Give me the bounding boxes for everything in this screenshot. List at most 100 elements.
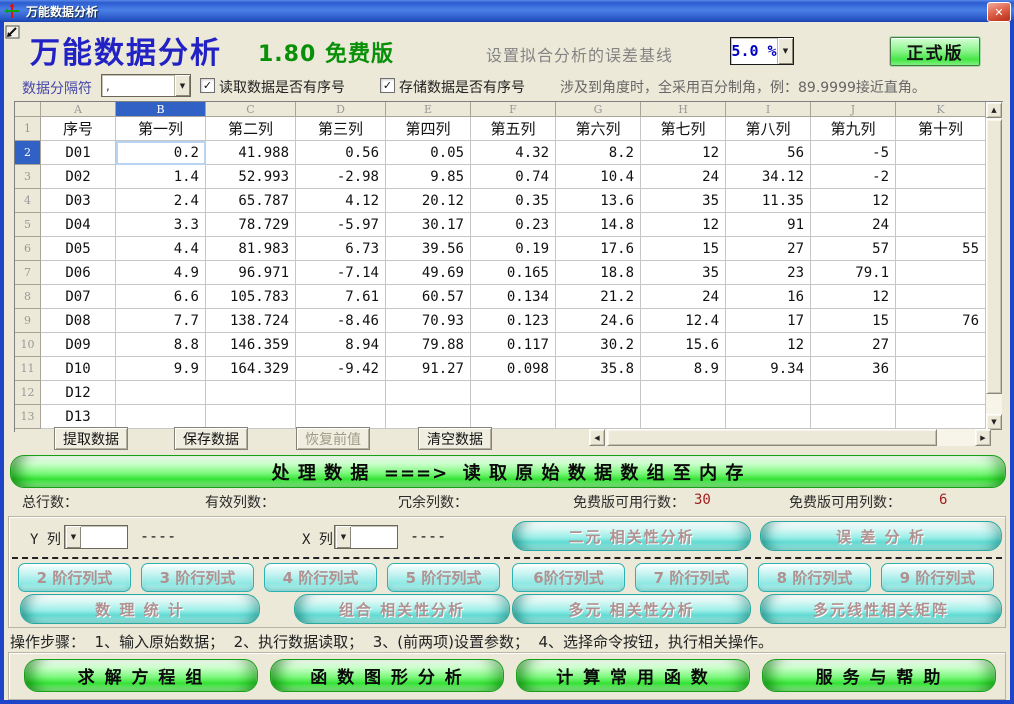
multi-linear-matrix-button[interactable]: 多元线性相关矩阵: [760, 594, 1002, 624]
cell-H6[interactable]: 15: [641, 237, 726, 261]
binary-correlation-button[interactable]: 二元 相关性分析: [512, 521, 751, 551]
cell-D13[interactable]: [296, 405, 386, 429]
store-seq-label[interactable]: 存储数据是否有序号: [399, 77, 525, 97]
scroll-down-icon[interactable]: ▼: [986, 414, 1002, 430]
cell-H1[interactable]: 第七列: [641, 117, 726, 141]
col-header-I[interactable]: I: [726, 102, 811, 117]
cell-F1[interactable]: 第五列: [471, 117, 556, 141]
cell-K5[interactable]: [896, 213, 986, 237]
cell-H5[interactable]: 12: [641, 213, 726, 237]
row-header-11[interactable]: 11: [15, 357, 41, 381]
cell-D6[interactable]: 6.73: [296, 237, 386, 261]
cell-J4[interactable]: 12: [811, 189, 896, 213]
cell-D10[interactable]: 8.94: [296, 333, 386, 357]
cell-E12[interactable]: [386, 381, 471, 405]
cell-J6[interactable]: 57: [811, 237, 896, 261]
cell-G8[interactable]: 21.2: [556, 285, 641, 309]
cell-E1[interactable]: 第四列: [386, 117, 471, 141]
cell-H4[interactable]: 35: [641, 189, 726, 213]
cell-I10[interactable]: 12: [726, 333, 811, 357]
cell-H11[interactable]: 8.9: [641, 357, 726, 381]
col-header-C[interactable]: C: [206, 102, 296, 117]
cell-E9[interactable]: 70.93: [386, 309, 471, 333]
read-seq-checkbox[interactable]: ✓: [200, 78, 215, 93]
grid-corner[interactable]: [15, 102, 41, 117]
common-functions-button[interactable]: 计 算 常 用 函 数: [516, 659, 750, 692]
process-data-button[interactable]: 处 理 数 据 ===> 读 取 原 始 数 据 数 组 至 内 存: [10, 455, 1006, 488]
cell-F3[interactable]: 0.74: [471, 165, 556, 189]
cell-D2[interactable]: 0.56: [296, 141, 386, 165]
cell-B12[interactable]: [116, 381, 206, 405]
x-column-select[interactable]: ▼: [334, 525, 398, 549]
cell-A12[interactable]: D12: [41, 381, 116, 405]
cell-F11[interactable]: 0.098: [471, 357, 556, 381]
save-data-button[interactable]: 保存数据: [174, 427, 248, 450]
error-baseline-select[interactable]: 5.0 % ▼: [730, 37, 794, 65]
math-statistics-button[interactable]: 数 理 统 计: [20, 594, 260, 624]
cell-D5[interactable]: -5.97: [296, 213, 386, 237]
cell-G4[interactable]: 13.6: [556, 189, 641, 213]
cell-J9[interactable]: 15: [811, 309, 896, 333]
chevron-down-icon[interactable]: ▼: [335, 526, 351, 548]
cell-G9[interactable]: 24.6: [556, 309, 641, 333]
cell-G7[interactable]: 18.8: [556, 261, 641, 285]
cell-A1[interactable]: 序号: [41, 117, 116, 141]
row-header-7[interactable]: 7: [15, 261, 41, 285]
row-header-5[interactable]: 5: [15, 213, 41, 237]
cell-J12[interactable]: [811, 381, 896, 405]
cell-B6[interactable]: 4.4: [116, 237, 206, 261]
row-header-13[interactable]: 13: [15, 405, 41, 429]
cell-K11[interactable]: [896, 357, 986, 381]
chevron-down-icon[interactable]: ▼: [65, 526, 81, 548]
cell-A8[interactable]: D07: [41, 285, 116, 309]
cell-C5[interactable]: 78.729: [206, 213, 296, 237]
cell-E11[interactable]: 91.27: [386, 357, 471, 381]
clear-data-button[interactable]: 清空数据: [418, 427, 492, 450]
col-header-E[interactable]: E: [386, 102, 471, 117]
cell-A11[interactable]: D10: [41, 357, 116, 381]
col-header-B[interactable]: B: [116, 102, 206, 117]
col-header-F[interactable]: F: [471, 102, 556, 117]
cell-E13[interactable]: [386, 405, 471, 429]
cell-C12[interactable]: [206, 381, 296, 405]
row-header-8[interactable]: 8: [15, 285, 41, 309]
cell-B5[interactable]: 3.3: [116, 213, 206, 237]
store-seq-checkbox[interactable]: ✓: [380, 78, 395, 93]
cell-I5[interactable]: 91: [726, 213, 811, 237]
cell-B11[interactable]: 9.9: [116, 357, 206, 381]
cell-E5[interactable]: 30.17: [386, 213, 471, 237]
cell-B8[interactable]: 6.6: [116, 285, 206, 309]
cell-B10[interactable]: 8.8: [116, 333, 206, 357]
cell-K1[interactable]: 第十列: [896, 117, 986, 141]
cell-F9[interactable]: 0.123: [471, 309, 556, 333]
cell-G11[interactable]: 35.8: [556, 357, 641, 381]
col-header-H[interactable]: H: [641, 102, 726, 117]
cell-C2[interactable]: 41.988: [206, 141, 296, 165]
cell-G6[interactable]: 17.6: [556, 237, 641, 261]
separator-select[interactable]: , ▼: [101, 74, 191, 97]
cell-J2[interactable]: -5: [811, 141, 896, 165]
row-header-3[interactable]: 3: [15, 165, 41, 189]
cell-K3[interactable]: [896, 165, 986, 189]
cell-H10[interactable]: 15.6: [641, 333, 726, 357]
solve-equations-button[interactable]: 求 解 方 程 组: [24, 659, 258, 692]
cell-F7[interactable]: 0.165: [471, 261, 556, 285]
cell-G1[interactable]: 第六列: [556, 117, 641, 141]
cell-K6[interactable]: 55: [896, 237, 986, 261]
vertical-scrollbar[interactable]: ▲ ▼: [986, 102, 1002, 430]
cell-A7[interactable]: D06: [41, 261, 116, 285]
cell-F5[interactable]: 0.23: [471, 213, 556, 237]
cell-K4[interactable]: [896, 189, 986, 213]
cell-H8[interactable]: 24: [641, 285, 726, 309]
determinant-8-button[interactable]: 8 阶行列式: [758, 563, 871, 592]
multi-correlation-button[interactable]: 多元 相关性分析: [512, 594, 751, 624]
cell-I4[interactable]: 11.35: [726, 189, 811, 213]
horizontal-scrollbar[interactable]: ◀ ▶: [589, 429, 991, 446]
cell-B1[interactable]: 第一列: [116, 117, 206, 141]
cell-E7[interactable]: 49.69: [386, 261, 471, 285]
cell-F4[interactable]: 0.35: [471, 189, 556, 213]
col-header-A[interactable]: A: [41, 102, 116, 117]
cell-A2[interactable]: D01: [41, 141, 116, 165]
cell-A5[interactable]: D04: [41, 213, 116, 237]
horizontal-scroll-thumb[interactable]: [607, 429, 937, 446]
